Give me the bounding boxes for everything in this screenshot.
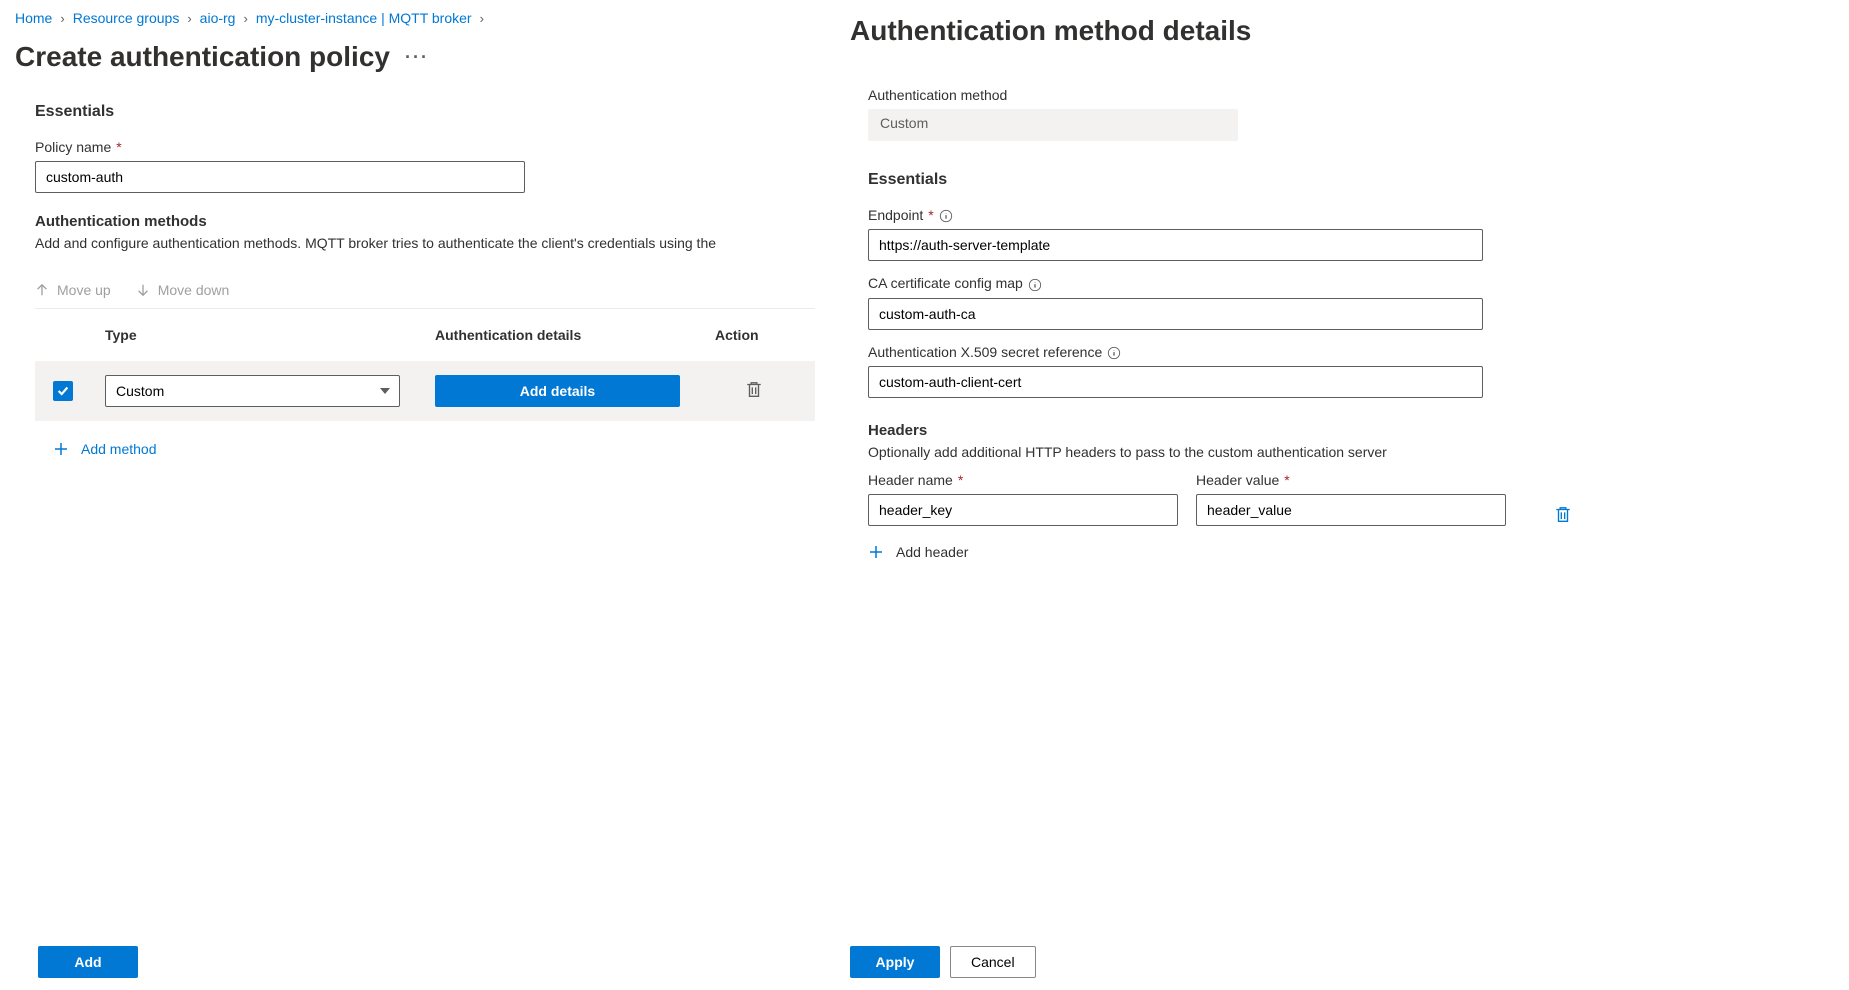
auth-methods-heading: Authentication methods	[35, 213, 820, 230]
chevron-right-icon: ›	[243, 11, 247, 26]
breadcrumb: Home › Resource groups › aio-rg › my-clu…	[15, 10, 820, 26]
header-row: Header name* Header value*	[868, 472, 1819, 526]
header-name-input[interactable]	[868, 494, 1178, 526]
row-checkbox[interactable]	[53, 381, 73, 401]
info-icon[interactable]	[939, 207, 953, 223]
header-value-input[interactable]	[1196, 494, 1506, 526]
header-name-label: Header name*	[868, 472, 1178, 488]
chevron-right-icon: ›	[60, 11, 64, 26]
arrow-up-icon	[35, 283, 49, 297]
plus-icon	[53, 441, 69, 457]
page-title-text: Create authentication policy	[15, 41, 390, 73]
endpoint-input[interactable]	[868, 229, 1483, 261]
policy-name-input[interactable]	[35, 161, 525, 193]
ca-label: CA certificate config map	[868, 275, 1819, 291]
check-icon	[56, 384, 70, 398]
table-row: Custom Add details	[35, 361, 815, 421]
details-panel: Authentication method details Authentica…	[820, 0, 1849, 990]
auth-methods-description: Add and configure authentication methods…	[35, 234, 820, 254]
delete-row-button[interactable]	[745, 380, 763, 401]
column-details: Authentication details	[435, 327, 715, 343]
main-content: Home › Resource groups › aio-rg › my-clu…	[0, 0, 820, 990]
page-title: Create authentication policy ···	[15, 41, 820, 73]
essentials-heading: Essentials	[35, 103, 820, 121]
add-details-button[interactable]: Add details	[435, 375, 680, 407]
breadcrumb-aio-rg[interactable]: aio-rg	[200, 10, 236, 26]
arrow-down-icon	[136, 283, 150, 297]
footer-left: Add	[38, 946, 138, 978]
chevron-right-icon: ›	[480, 11, 484, 26]
breadcrumb-cluster[interactable]: my-cluster-instance | MQTT broker	[256, 10, 472, 26]
add-header-button[interactable]: Add header	[868, 544, 968, 560]
info-icon[interactable]	[1028, 275, 1042, 291]
headers-description: Optionally add additional HTTP headers t…	[868, 443, 1819, 463]
column-type: Type	[105, 327, 435, 343]
move-up-button[interactable]: Move up	[35, 282, 111, 298]
footer-right: Apply Cancel	[850, 946, 1036, 978]
auth-method-value: Custom	[868, 109, 1238, 141]
panel-title: Authentication method details	[850, 15, 1819, 47]
x509-input[interactable]	[868, 366, 1483, 398]
move-controls: Move up Move down	[35, 272, 815, 309]
chevron-right-icon: ›	[187, 11, 191, 26]
breadcrumb-resource-groups[interactable]: Resource groups	[73, 10, 180, 26]
auth-method-label: Authentication method	[868, 87, 1819, 103]
header-value-label: Header value*	[1196, 472, 1506, 488]
panel-essentials-heading: Essentials	[868, 171, 1819, 189]
breadcrumb-home[interactable]: Home	[15, 10, 52, 26]
methods-table: Type Authentication details Action Custo…	[35, 309, 815, 421]
move-down-button[interactable]: Move down	[136, 282, 230, 298]
delete-header-button[interactable]	[1554, 505, 1572, 526]
more-actions-icon[interactable]: ···	[405, 47, 429, 68]
x509-label: Authentication X.509 secret reference	[868, 344, 1819, 360]
trash-icon	[745, 380, 763, 398]
apply-button[interactable]: Apply	[850, 946, 940, 978]
plus-icon	[868, 544, 884, 560]
headers-heading: Headers	[868, 422, 1819, 439]
table-header: Type Authentication details Action	[35, 309, 815, 361]
column-action: Action	[715, 327, 815, 343]
info-icon[interactable]	[1107, 344, 1121, 360]
endpoint-label: Endpoint*	[868, 207, 1819, 223]
type-select[interactable]: Custom	[105, 375, 400, 407]
ca-input[interactable]	[868, 298, 1483, 330]
policy-name-label: Policy name*	[35, 139, 820, 155]
cancel-button[interactable]: Cancel	[950, 946, 1036, 978]
add-method-button[interactable]: Add method	[35, 441, 157, 457]
add-button[interactable]: Add	[38, 946, 138, 978]
trash-icon	[1554, 505, 1572, 523]
